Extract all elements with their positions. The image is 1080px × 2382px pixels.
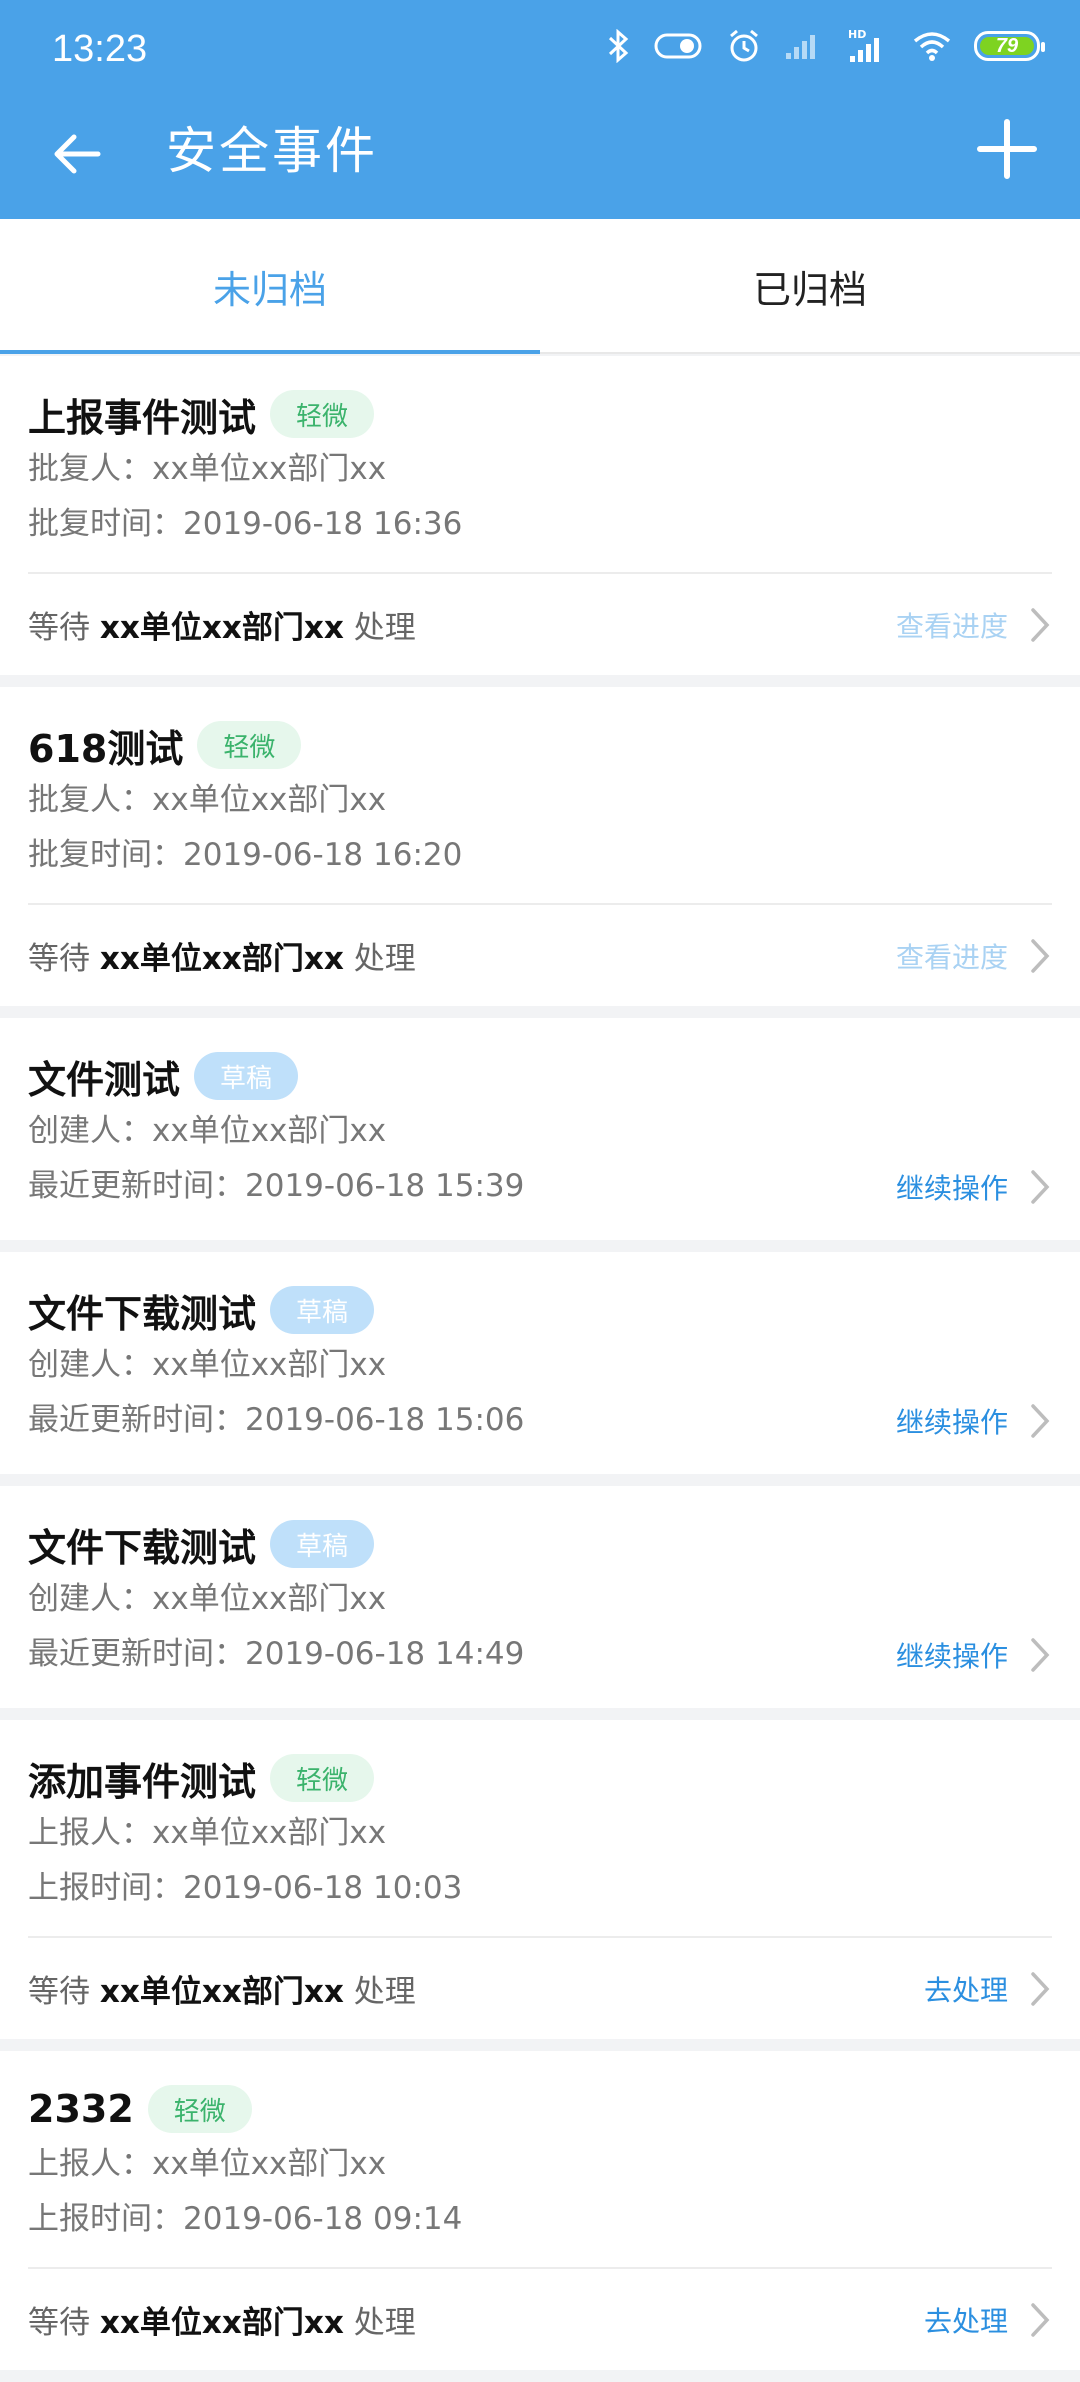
- event-title: 618测试: [28, 726, 184, 771]
- plus-icon: [977, 119, 1037, 179]
- add-event-button[interactable]: [972, 114, 1042, 184]
- approver: 批复人：xx单位xx部门xx: [28, 782, 387, 818]
- approve-time: 批复时间：2019-06-18 16:36: [28, 506, 463, 542]
- alarm-icon: [726, 28, 762, 64]
- back-button[interactable]: [48, 124, 108, 184]
- chevron-right-icon: [1031, 1403, 1050, 1438]
- event-card[interactable]: 文件下载测试 草稿 创建人：xx单位xx部门xx 最近更新时间：2019-06-…: [0, 1252, 1080, 1474]
- report-time: 上报时间：2019-06-18 09:14: [28, 2201, 463, 2237]
- event-title: 文件下载测试: [28, 1525, 257, 1570]
- continue-link[interactable]: 继续操作: [896, 1635, 1052, 1675]
- event-card[interactable]: 文件下载测试 草稿 创建人：xx单位xx部门xx 最近更新时间：2019-06-…: [0, 1486, 1080, 1708]
- severity-badge: 轻微: [147, 2085, 252, 2133]
- signal-icon: [784, 31, 824, 61]
- page-title: 安全事件: [166, 122, 378, 180]
- handle-link[interactable]: 去处理: [924, 1969, 1052, 2009]
- updated-time: 最近更新时间：2019-06-18 15:39: [28, 1168, 525, 1204]
- chevron-right-icon: [1031, 1637, 1050, 1672]
- report-time: 上报时间：2019-06-18 10:03: [28, 1870, 463, 1906]
- approver: 批复人：xx单位xx部门xx: [28, 451, 387, 487]
- tab-archived[interactable]: 已归档: [540, 219, 1080, 354]
- chevron-right-icon: [1031, 607, 1050, 642]
- status-bar: 13:23 HD 79: [0, 0, 1080, 100]
- battery-level: 79: [995, 34, 1019, 57]
- event-list: 上报事件测试 轻微 批复人：xx单位xx部门xx 批复时间：2019-06-18…: [0, 356, 1080, 2382]
- status-icons: HD 79: [606, 28, 1045, 64]
- severity-badge: 轻微: [270, 390, 375, 438]
- view-progress-link[interactable]: 查看进度: [896, 936, 1052, 976]
- pending-status: 等待 xx单位xx部门xx 处理: [28, 2305, 416, 2341]
- event-title: 文件测试: [28, 1057, 181, 1102]
- event-card[interactable]: 618测试 轻微 批复人：xx单位xx部门xx 批复时间：2019-06-18 …: [0, 687, 1080, 1006]
- draft-badge: 草稿: [270, 1520, 375, 1568]
- draft-badge: 草稿: [194, 1052, 299, 1100]
- pending-status: 等待 xx单位xx部门xx 处理: [28, 610, 416, 646]
- pending-status: 等待 xx单位xx部门xx 处理: [28, 941, 416, 977]
- event-card[interactable]: 2332 轻微 上报人：xx单位xx部门xx 上报时间：2019-06-18 0…: [0, 2051, 1080, 2370]
- event-card[interactable]: 文件测试 草稿 创建人：xx单位xx部门xx 最近更新时间：2019-06-18…: [0, 1018, 1080, 1240]
- chevron-right-icon: [1031, 2302, 1050, 2337]
- view-progress-link[interactable]: 查看进度: [896, 605, 1052, 645]
- handle-link[interactable]: 去处理: [924, 2300, 1052, 2340]
- app-header: 13:23 HD 79 安全事件: [0, 0, 1080, 219]
- battery-icon: 79: [974, 31, 1045, 61]
- hd-signal-icon: HD: [846, 28, 890, 64]
- event-title: 上报事件测试: [28, 395, 257, 440]
- pending-status: 等待 xx单位xx部门xx 处理: [28, 1974, 416, 2010]
- svg-text:HD: HD: [848, 28, 866, 41]
- tab-active-indicator: [0, 350, 540, 354]
- creator: 创建人：xx单位xx部门xx: [28, 1581, 387, 1617]
- event-card[interactable]: 添加事件测试 轻微 上报人：xx单位xx部门xx 上报时间：2019-06-18…: [0, 1720, 1080, 2039]
- wifi-icon: [912, 29, 952, 63]
- event-title: 添加事件测试: [28, 1759, 257, 1804]
- approve-time: 批复时间：2019-06-18 16:20: [28, 837, 463, 873]
- severity-badge: 轻微: [270, 1754, 375, 1802]
- continue-link[interactable]: 继续操作: [896, 1167, 1052, 1207]
- reporter: 上报人：xx单位xx部门xx: [28, 1815, 387, 1851]
- arrow-left-icon: [54, 134, 101, 174]
- creator: 创建人：xx单位xx部门xx: [28, 1113, 387, 1149]
- draft-badge: 草稿: [270, 1286, 375, 1334]
- chevron-right-icon: [1031, 938, 1050, 973]
- severity-badge: 轻微: [197, 721, 302, 769]
- chevron-right-icon: [1031, 1169, 1050, 1204]
- event-card[interactable]: 上报事件测试 轻微 批复人：xx单位xx部门xx 批复时间：2019-06-18…: [0, 356, 1080, 675]
- reporter: 上报人：xx单位xx部门xx: [28, 2146, 387, 2182]
- tab-bar: 未归档 已归档: [0, 219, 1080, 354]
- status-time: 13:23: [52, 28, 148, 70]
- toggle-icon: [654, 31, 704, 61]
- chevron-right-icon: [1031, 1971, 1050, 2006]
- tab-unarchived[interactable]: 未归档: [0, 219, 540, 354]
- bluetooth-icon: [606, 29, 632, 63]
- continue-link[interactable]: 继续操作: [896, 1401, 1052, 1441]
- nav-bar: 安全事件: [0, 100, 1080, 219]
- event-title: 文件下载测试: [28, 1291, 257, 1336]
- updated-time: 最近更新时间：2019-06-18 15:06: [28, 1402, 525, 1438]
- event-title: 2332: [28, 2087, 134, 2131]
- creator: 创建人：xx单位xx部门xx: [28, 1347, 387, 1383]
- updated-time: 最近更新时间：2019-06-18 14:49: [28, 1636, 525, 1672]
